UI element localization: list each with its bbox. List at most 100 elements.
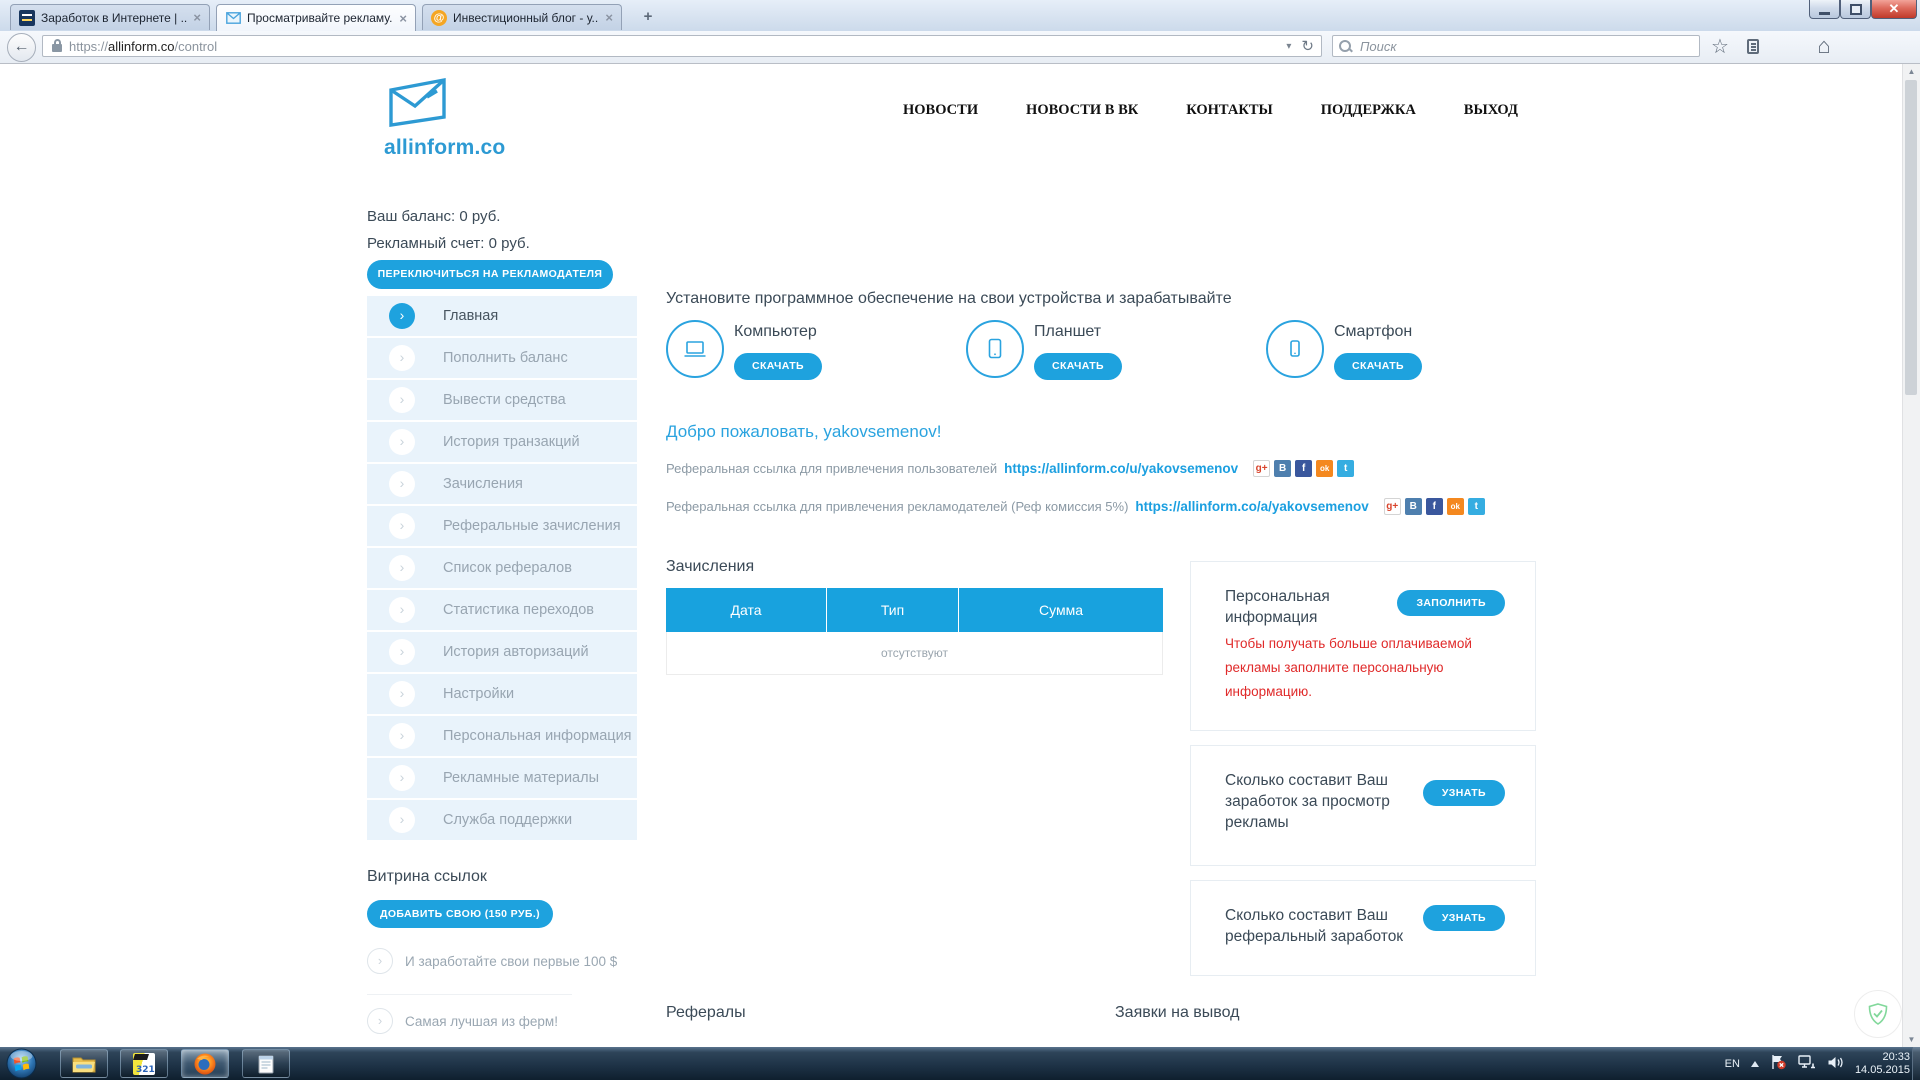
network-icon[interactable]	[1798, 1055, 1816, 1073]
facebook-icon[interactable]: f	[1426, 498, 1443, 515]
url-bar[interactable]: https://allinform.co/control ▾ ↻	[42, 35, 1322, 57]
site-logo[interactable]: allinform.co	[384, 76, 514, 160]
minimize-button[interactable]	[1809, 0, 1840, 19]
google-plus-icon[interactable]: g+	[1253, 460, 1270, 477]
home-icon[interactable]: ⌂	[1810, 34, 1838, 60]
scroll-down-icon[interactable]: ▼	[1903, 1032, 1920, 1047]
col-type: Тип	[826, 588, 958, 632]
tab-allinform[interactable]: Просматривайте рекламу... ×	[216, 4, 416, 31]
taskbar-media-player-button[interactable]: 321	[120, 1049, 168, 1078]
start-button[interactable]	[6, 1048, 37, 1079]
new-tab-button[interactable]: +	[636, 7, 660, 27]
sidebar-item-home[interactable]: Главная	[367, 296, 637, 336]
minimize-icon	[1819, 12, 1830, 15]
scroll-up-icon[interactable]: ▲	[1903, 64, 1920, 79]
date-label: 14.05.2015	[1855, 1064, 1910, 1077]
referral-advertisers-label: Реферальная ссылка для привлечения рекла…	[666, 499, 1128, 514]
tab-close-icon[interactable]: ×	[399, 11, 407, 26]
sidebar-item-accruals[interactable]: Зачисления	[367, 464, 637, 504]
nav-support[interactable]: ПОДДЕРЖКА	[1321, 102, 1416, 119]
close-button[interactable]: ✕	[1871, 0, 1917, 19]
lock-icon	[52, 44, 62, 52]
bookmark-star-icon[interactable]: ☆	[1706, 34, 1734, 60]
sidebar-item-support[interactable]: Служба поддержки	[367, 800, 637, 840]
restore-icon	[1850, 4, 1862, 15]
sidebar-item-withdraw[interactable]: Вывести средства	[367, 380, 637, 420]
find-out-button[interactable]: УЗНАТЬ	[1423, 905, 1505, 931]
showcase-link-first-100[interactable]: И заработайте свои первые 100 $	[367, 948, 617, 974]
vk-icon[interactable]: В	[1405, 498, 1422, 515]
tab-close-icon[interactable]: ×	[193, 10, 201, 25]
nav-news-vk[interactable]: НОВОСТИ В ВК	[1026, 102, 1138, 119]
taskbar-explorer-button[interactable]	[60, 1049, 108, 1078]
sidebar-item-referrals-list[interactable]: Список рефералов	[367, 548, 637, 588]
vertical-scrollbar[interactable]: ▲ ▼	[1902, 64, 1920, 1047]
chevron-right-icon	[389, 555, 415, 581]
at-favicon-icon: @	[431, 10, 447, 26]
language-indicator[interactable]: EN	[1725, 1058, 1740, 1070]
sidebar-item-transactions[interactable]: История транзакций	[367, 422, 637, 462]
sidebar-item-click-stats[interactable]: Статистика переходов	[367, 590, 637, 630]
nav-news[interactable]: НОВОСТИ	[903, 102, 978, 119]
tray-expand-icon[interactable]	[1751, 1057, 1759, 1067]
personal-info-card: Персональная информация ЗАПОЛНИТЬ Чтобы …	[1190, 561, 1536, 731]
twitter-icon[interactable]: t	[1468, 498, 1485, 515]
device-smartphone: Смартфон СКАЧАТЬ	[1266, 320, 1506, 390]
search-icon	[1339, 40, 1351, 52]
sidebar-item-personal-info[interactable]: Персональная информация	[367, 716, 637, 756]
time-label: 20:33	[1855, 1051, 1910, 1064]
fill-in-button[interactable]: ЗАПОЛНИТЬ	[1397, 590, 1505, 616]
odnoklassniki-icon[interactable]: ok	[1447, 498, 1464, 515]
notepad-icon	[256, 1053, 276, 1075]
scrollbar-thumb[interactable]	[1905, 80, 1917, 395]
sidebar-item-settings[interactable]: Настройки	[367, 674, 637, 714]
accruals-title: Зачисления	[666, 558, 754, 576]
col-date: Дата	[666, 588, 826, 632]
url-scheme: https://	[69, 39, 108, 54]
nav-logout[interactable]: ВЫХОД	[1464, 102, 1518, 119]
search-input[interactable]	[1358, 38, 1693, 55]
google-plus-icon[interactable]: g+	[1384, 498, 1401, 515]
nav-contacts[interactable]: КОНТАКТЫ	[1186, 102, 1273, 119]
sidebar-item-login-history[interactable]: История авторизаций	[367, 632, 637, 672]
taskbar-notepad-button[interactable]	[242, 1049, 290, 1078]
table-empty-row: отсутствуют	[666, 632, 1163, 675]
twitter-icon[interactable]: t	[1337, 460, 1354, 477]
bookmarks-menu-icon[interactable]	[1740, 34, 1768, 60]
adguard-shield-badge[interactable]	[1854, 990, 1902, 1038]
desktop: Заработок в Интернете | ... × Просматрив…	[0, 0, 1920, 1080]
sidebar-item-top-up[interactable]: Пополнить баланс	[367, 338, 637, 378]
facebook-icon[interactable]: f	[1295, 460, 1312, 477]
taskbar-clock[interactable]: 20:33 14.05.2015	[1855, 1051, 1910, 1077]
chevron-right-icon	[389, 639, 415, 665]
referral-advertisers-link[interactable]: https://allinform.co/a/yakovsemenov	[1135, 499, 1368, 514]
switch-to-advertiser-button[interactable]: ПЕРЕКЛЮЧИТЬСЯ НА РЕКЛАМОДАТЕЛЯ	[367, 260, 613, 289]
sidebar-item-ad-materials[interactable]: Рекламные материалы	[367, 758, 637, 798]
search-box[interactable]	[1332, 35, 1700, 57]
taskbar-firefox-button[interactable]	[181, 1049, 229, 1078]
download-smartphone-button[interactable]: СКАЧАТЬ	[1334, 353, 1422, 380]
add-link-button[interactable]: ДОБАВИТЬ СВОЮ (150 РУБ.)	[367, 900, 553, 928]
show-desktop-button[interactable]	[1912, 1047, 1920, 1080]
sidebar-item-referral-accruals[interactable]: Реферальные зачисления	[367, 506, 637, 546]
vk-icon[interactable]: В	[1274, 460, 1291, 477]
chevron-right-icon	[389, 723, 415, 749]
chevron-right-icon	[389, 597, 415, 623]
showcase-link-best-farm[interactable]: Самая лучшая из ферм!	[367, 1008, 558, 1034]
referral-users-link[interactable]: https://allinform.co/u/yakovsemenov	[1004, 461, 1238, 476]
action-center-flag-icon[interactable]	[1770, 1054, 1787, 1073]
tab-close-icon[interactable]: ×	[605, 10, 613, 25]
url-dropdown-icon[interactable]: ▾	[1286, 41, 1291, 52]
download-tablet-button[interactable]: СКАЧАТЬ	[1034, 353, 1122, 380]
restore-button[interactable]	[1840, 0, 1871, 19]
download-computer-button[interactable]: СКАЧАТЬ	[734, 353, 822, 380]
odnoklassniki-icon[interactable]: ok	[1316, 460, 1333, 477]
reload-icon[interactable]: ↻	[1301, 37, 1314, 55]
tab-invest-blog[interactable]: @ Инвестиционный блог - у... ×	[422, 4, 622, 30]
volume-icon[interactable]	[1827, 1055, 1844, 1073]
back-button[interactable]: ←	[7, 33, 36, 62]
tab-shipzona[interactable]: Заработок в Интернете | ... ×	[10, 4, 210, 30]
card-warning-text: Чтобы получать больше оплачиваемой рекла…	[1225, 632, 1500, 704]
find-out-button[interactable]: УЗНАТЬ	[1423, 780, 1505, 806]
envelope-favicon-icon	[225, 10, 241, 26]
